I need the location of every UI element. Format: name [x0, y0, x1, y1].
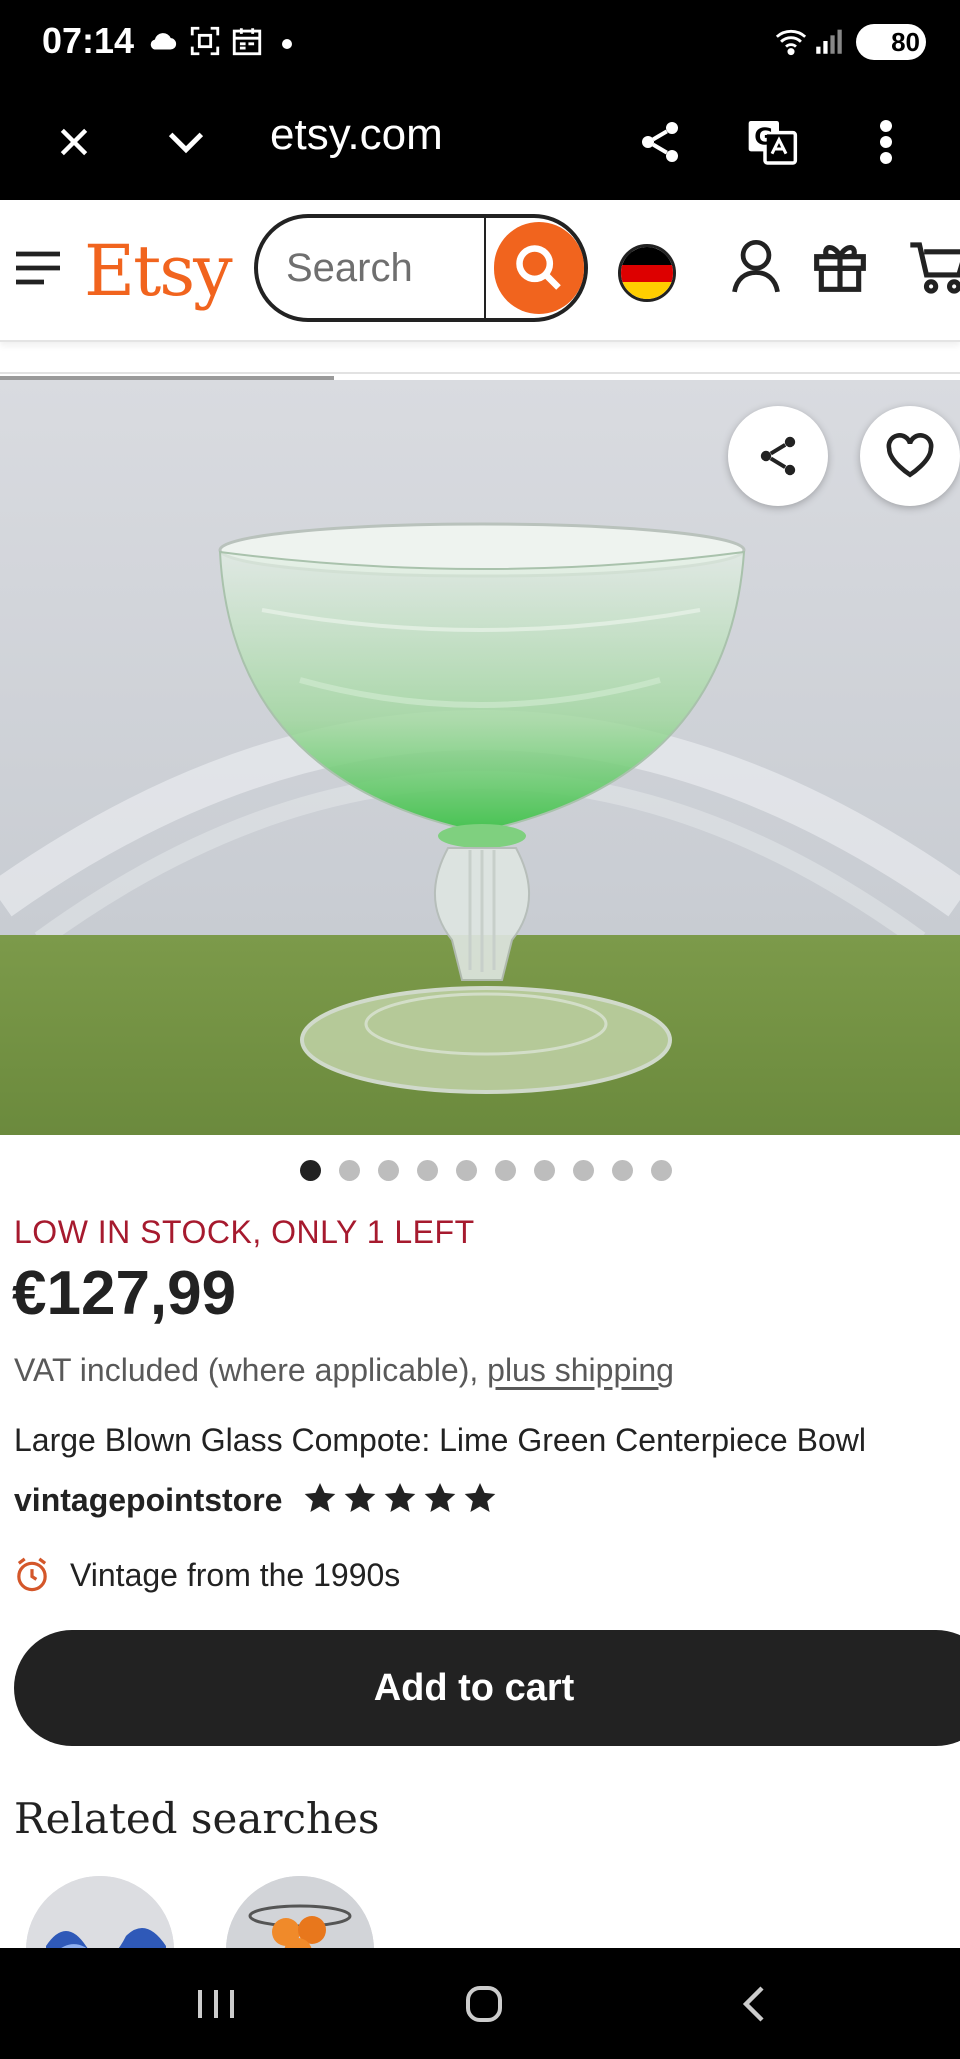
search-button[interactable]: [494, 222, 584, 314]
site-header: Etsy: [0, 200, 960, 342]
home-icon[interactable]: [444, 1976, 524, 2032]
wifi-icon: [774, 24, 808, 63]
header-separator: [0, 372, 960, 374]
price: €127,99: [12, 1259, 237, 1328]
pagination-dot[interactable]: [612, 1160, 633, 1181]
share-icon: [760, 436, 796, 476]
product-photo: [0, 380, 960, 1135]
pagination-dot[interactable]: [300, 1160, 321, 1181]
signal-icon: [812, 24, 846, 63]
chevron-down-icon[interactable]: [150, 106, 222, 178]
cloud-icon: [146, 24, 180, 63]
favorite-button[interactable]: [860, 406, 960, 506]
vintage-info: Vintage from the 1990s: [14, 1554, 400, 1596]
listing-title: Large Blown Glass Compote: Lime Green Ce…: [14, 1422, 866, 1458]
star-icon: [304, 1483, 336, 1512]
account-icon[interactable]: [730, 238, 782, 299]
pagination-dot[interactable]: [417, 1160, 438, 1181]
svg-text:G: G: [754, 122, 773, 150]
heart-icon: [886, 433, 934, 478]
cart-icon[interactable]: [908, 240, 960, 301]
search-divider: [484, 218, 486, 318]
alarm-clock-icon: [17, 1557, 47, 1592]
battery-icon: 80: [856, 24, 926, 60]
vintage-label: Vintage from the 1990s: [70, 1556, 401, 1593]
vat-info: VAT included (where applicable), plus sh…: [14, 1352, 674, 1389]
shipping-link[interactable]: plus shipping: [487, 1352, 674, 1388]
system-nav-bar: [0, 1948, 960, 2059]
pagination-dot[interactable]: [456, 1160, 477, 1181]
shop-rating: [302, 1480, 498, 1516]
germany-flag-icon[interactable]: [618, 244, 676, 302]
calendar-icon: [230, 24, 264, 63]
pagination-dot[interactable]: [495, 1160, 516, 1181]
screenshot-icon: [188, 24, 222, 63]
pagination-dot[interactable]: [378, 1160, 399, 1181]
search-icon: [516, 245, 561, 290]
search-input[interactable]: [286, 240, 486, 296]
url-text[interactable]: etsy.com: [270, 110, 443, 160]
star-icon: [344, 1483, 376, 1512]
pagination-dot[interactable]: [651, 1160, 672, 1181]
pagination-dot[interactable]: [339, 1160, 360, 1181]
close-icon[interactable]: [38, 106, 110, 178]
battery-level: 80: [891, 27, 920, 57]
pagination-dot[interactable]: [573, 1160, 594, 1181]
add-to-cart-label: Add to cart: [373, 1667, 575, 1709]
share-image-button[interactable]: [728, 406, 828, 506]
star-icon: [424, 1483, 456, 1512]
star-icon: [464, 1483, 496, 1512]
add-to-cart-button[interactable]: Add to cart: [14, 1630, 960, 1746]
related-searches-heading: Related searches: [14, 1794, 380, 1843]
dot-icon: [282, 36, 292, 54]
status-time: 07:14: [42, 20, 135, 61]
more-vert-icon[interactable]: [850, 106, 922, 178]
search-bar: [254, 214, 588, 322]
gift-icon[interactable]: [812, 238, 868, 299]
pagination-dot[interactable]: [534, 1160, 555, 1181]
share-icon[interactable]: [624, 106, 696, 178]
recent-apps-icon[interactable]: [176, 1976, 256, 2032]
menu-icon[interactable]: [14, 248, 62, 293]
product-image[interactable]: [0, 380, 960, 1135]
status-bar: 07:14 80: [0, 0, 960, 84]
browser-toolbar: etsy.com G: [0, 84, 960, 200]
stock-notice: LOW IN STOCK, ONLY 1 LEFT: [14, 1214, 475, 1250]
shop-name-link[interactable]: vintagepointstore: [14, 1482, 282, 1519]
back-icon[interactable]: [714, 1976, 794, 2032]
image-pagination-dots: [300, 1160, 672, 1182]
vat-text: VAT included (where applicable),: [14, 1352, 488, 1388]
star-icon: [384, 1483, 416, 1512]
etsy-logo[interactable]: Etsy: [84, 230, 233, 312]
translate-icon[interactable]: G: [736, 106, 808, 178]
